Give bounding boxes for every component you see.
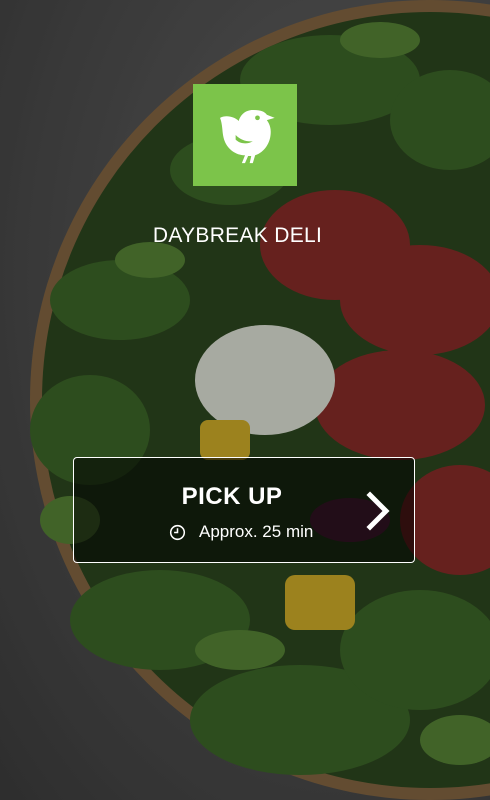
brand-logo — [193, 84, 297, 186]
bird-icon — [220, 110, 275, 164]
chevron-right-icon[interactable] — [366, 491, 392, 531]
pickup-time: Approx. 25 min — [169, 522, 313, 542]
brand-name: DAYBREAK DELI — [0, 224, 490, 248]
splash-screen: DAYBREAK DELI PICK UP Approx. 25 min — [0, 0, 490, 800]
pickup-button[interactable]: PICK UP Approx. 25 min — [73, 457, 415, 563]
brand-name-label: DAYBREAK DELI — [152, 224, 323, 247]
pickup-time-label: Approx. 25 min — [199, 522, 314, 541]
clock-icon — [169, 524, 186, 540]
pickup-title: PICK UP — [181, 483, 283, 510]
